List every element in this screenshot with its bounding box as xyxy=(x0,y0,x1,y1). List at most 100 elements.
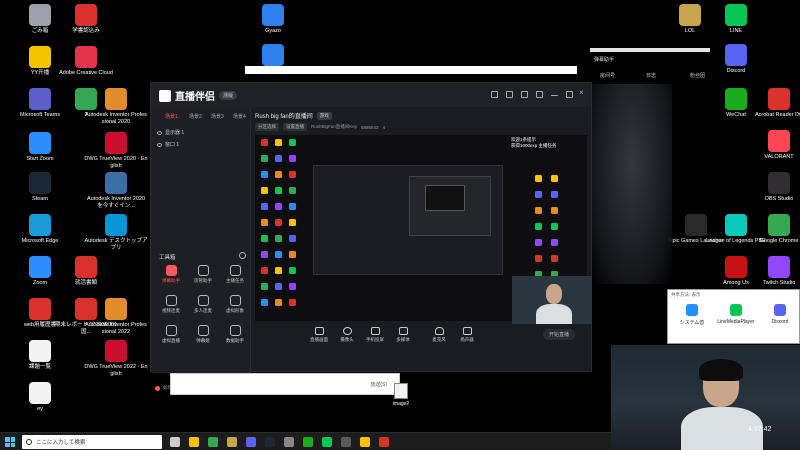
discord-icon xyxy=(774,304,786,316)
valorant-icon xyxy=(768,130,790,152)
source-row-window[interactable]: 窗口 1 xyxy=(157,141,179,148)
tool-label: 房管助手 xyxy=(194,278,212,283)
preview-app-icon xyxy=(261,299,268,306)
message-icon[interactable] xyxy=(506,91,513,98)
menu-icon[interactable] xyxy=(536,91,543,98)
visibility-icon[interactable] xyxy=(157,142,162,147)
preview-app-icon xyxy=(261,155,268,162)
taskbar-search-input[interactable]: ここに入力して検索 xyxy=(22,435,162,449)
desktop-icon[interactable]: Start Zoom xyxy=(8,132,72,163)
tool-item[interactable]: 虚拟直播 xyxy=(155,325,187,344)
tab-scene-3[interactable]: 场景3 xyxy=(211,113,224,120)
preview-app-icon xyxy=(551,239,558,246)
phone-cast-button[interactable]: 手机投屏 xyxy=(361,327,389,343)
tool-label: 虚拟直播 xyxy=(162,338,180,343)
toolbox-settings-icon[interactable] xyxy=(239,252,246,259)
creative-cloud-icon xyxy=(75,46,97,68)
version-badge[interactable]: 测版 xyxy=(219,91,238,100)
stream-title[interactable]: Rush big fan的直播间 xyxy=(255,111,313,120)
desktop-icon[interactable]: 学書認込み xyxy=(54,4,118,35)
desktop-icon-label: LINE xyxy=(729,28,743,34)
helper-fans-button[interactable]: 粉丝团 xyxy=(690,72,705,79)
desktop-icon[interactable]: Autodesk デスクトップアプリ xyxy=(84,214,148,252)
wechat-icon[interactable] xyxy=(303,437,313,447)
helper-log-button[interactable]: 日志 xyxy=(646,72,656,79)
desktop-icon[interactable]: 課題一覧 xyxy=(8,340,72,371)
start-button[interactable] xyxy=(5,437,15,447)
desktop-icon[interactable]: Acrobat Reader DC xyxy=(747,88,800,119)
desktop-icon[interactable]: 就活書類 xyxy=(54,256,118,287)
desktop-icon[interactable]: Microsoft Edge xyxy=(8,214,72,245)
screen-capture-button[interactable]: 直播画面 xyxy=(305,327,333,343)
line-icon[interactable] xyxy=(322,437,332,447)
desktop-icon[interactable] xyxy=(241,44,305,68)
tool-item[interactable]: 弹幕姬 xyxy=(187,325,219,344)
microphone-button[interactable]: 麦克风 xyxy=(425,327,453,343)
lol-icon[interactable] xyxy=(227,437,237,447)
desktop-icon[interactable]: Autodesk Inventor Professional 2020 xyxy=(84,88,148,126)
desktop-icon[interactable]: ey xyxy=(8,382,72,413)
lol-icon xyxy=(679,4,701,26)
helper-room-button[interactable]: 房间号 xyxy=(600,72,615,79)
minimize-icon[interactable] xyxy=(551,95,558,96)
maximize-icon[interactable] xyxy=(566,91,573,98)
desktop-icon[interactable]: Autodesk Inventor Professional 2022 xyxy=(84,298,148,336)
settings-icon[interactable] xyxy=(491,91,498,98)
share-option[interactable]: LineMediaPlayer xyxy=(714,304,758,325)
desktop-icon[interactable]: Adobe Creative Cloud xyxy=(54,46,118,77)
discord-icon xyxy=(725,44,747,66)
desktop-icon[interactable]: Steam xyxy=(8,172,72,203)
desktop-icon[interactable]: Twitch Studio xyxy=(747,256,800,287)
desktop-icon[interactable]: DWG TrueView 2020 - English xyxy=(84,132,148,170)
tab-scene-2[interactable]: 场景2 xyxy=(189,113,202,120)
tab-scene-1[interactable]: 场景1 xyxy=(165,113,178,120)
desktop-icon[interactable]: VALORANT xyxy=(747,130,800,161)
camera-button[interactable]: 摄像头 xyxy=(333,327,361,343)
live-settings-button[interactable]: 设置直播 xyxy=(283,123,307,131)
desktop-icon-image2[interactable]: image2 xyxy=(388,383,414,407)
stream-category-tag[interactable]: 游戏 xyxy=(316,111,332,120)
desktop-icon[interactable]: Autodesk Inventor 2020 を今すぐイン... xyxy=(84,172,148,210)
broadcast-button[interactable]: 放送(S) xyxy=(370,381,387,388)
shield-icon[interactable] xyxy=(284,437,294,447)
tool-item[interactable]: 多人连麦 xyxy=(187,295,219,314)
visibility-icon[interactable] xyxy=(157,130,162,135)
preview-app-icon xyxy=(275,299,282,306)
yy-icon[interactable] xyxy=(360,437,370,447)
share-option-label: LineMediaPlayer xyxy=(717,319,755,325)
preview-app-icon xyxy=(551,207,558,214)
desktop-icon[interactable]: DWG TrueView 2022 - English xyxy=(84,340,148,378)
tool-item[interactable]: 弹幕助手 xyxy=(155,265,187,284)
source-row-display[interactable]: 显示器 1 xyxy=(157,129,184,136)
tool-item[interactable]: 数据助手 xyxy=(219,325,251,344)
steam-icon[interactable] xyxy=(265,437,275,447)
category-select-button[interactable]: 分区选择 xyxy=(255,123,279,131)
phone-icon xyxy=(370,327,380,335)
desktop-icon[interactable]: Google Chrome xyxy=(747,214,800,245)
tool-label: 视频连麦 xyxy=(162,308,180,313)
start-live-button[interactable]: 开始直播 xyxy=(543,329,576,340)
share-option[interactable]: Discord xyxy=(758,304,800,325)
discord-icon[interactable] xyxy=(246,437,256,447)
app-titlebar: 直播伴侣 测版 × xyxy=(151,83,591,107)
task-view-icon[interactable] xyxy=(170,437,180,447)
tab-scene-4[interactable]: 场景4 xyxy=(233,113,246,120)
tool-item[interactable]: 视频连麦 xyxy=(155,295,187,314)
skin-icon[interactable] xyxy=(521,91,528,98)
share-option[interactable]: システム音 xyxy=(670,304,714,326)
speaker-button[interactable]: 扬声器 xyxy=(453,327,481,343)
media-button[interactable]: 多媒体 xyxy=(389,327,417,343)
tool-item[interactable]: 虚拟形象 xyxy=(219,295,251,314)
windows-logo-icon xyxy=(5,437,10,442)
tool-item[interactable]: 主播任务 xyxy=(219,265,251,284)
close-icon[interactable]: × xyxy=(579,88,586,97)
desktop-icon[interactable]: Gyazo xyxy=(241,4,305,35)
chrome-icon[interactable] xyxy=(208,437,218,447)
obs-icon[interactable] xyxy=(341,437,351,447)
tool-item[interactable]: 房管助手 xyxy=(187,265,219,284)
desktop-icon[interactable]: LINE xyxy=(704,4,768,35)
livehelper-icon[interactable] xyxy=(379,437,389,447)
explorer-icon[interactable] xyxy=(189,437,199,447)
desktop-icon[interactable]: OBS Studio xyxy=(747,172,800,203)
tool-label: 数据助手 xyxy=(226,338,244,343)
